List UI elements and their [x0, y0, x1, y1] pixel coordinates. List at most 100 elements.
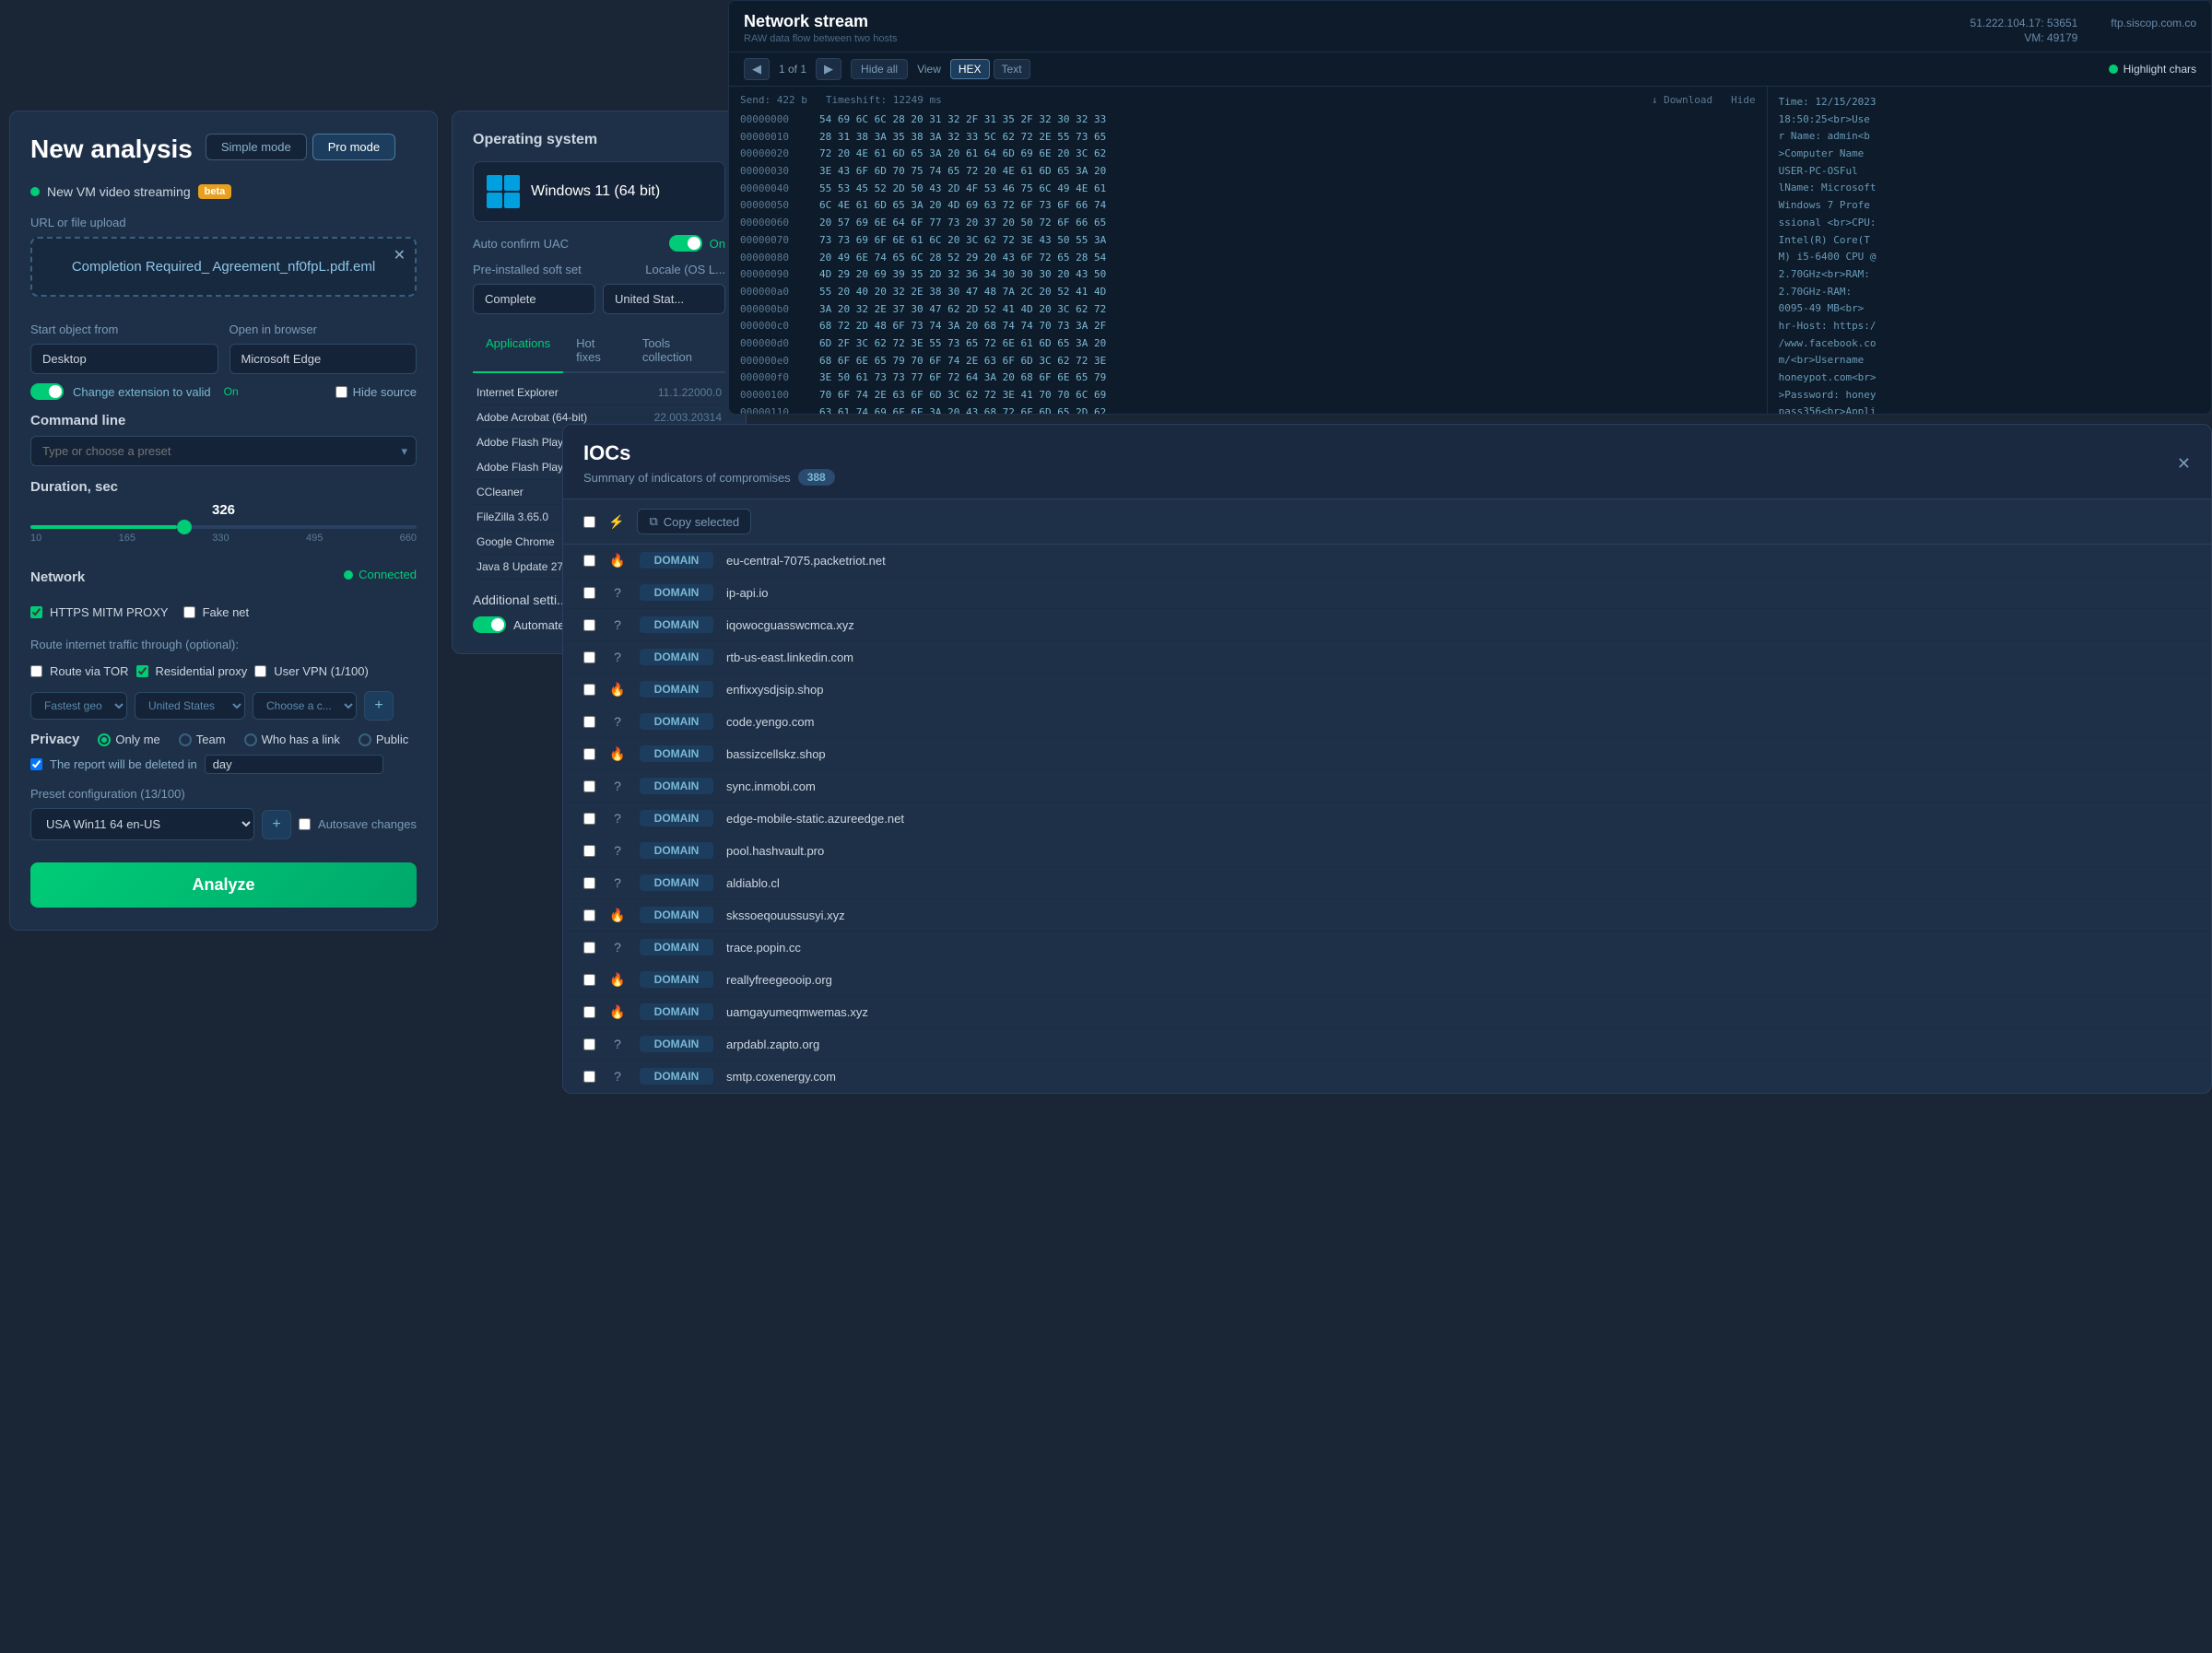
ns-text-btn[interactable]: Text	[994, 59, 1030, 79]
add-geo-button[interactable]: +	[364, 691, 394, 721]
ioc-checkbox-15[interactable]	[583, 1038, 595, 1050]
streaming-label: New VM video streaming	[47, 184, 191, 199]
ioc-checkbox-16[interactable]	[583, 1071, 595, 1083]
hex-addr: 000000b0	[740, 301, 814, 319]
ioc-row: ? DOMAIN smtp.coxenergy.com	[563, 1061, 2211, 1093]
ioc-value: sync.inmobi.com	[726, 780, 2191, 793]
team-radio[interactable]	[179, 733, 192, 746]
os-name: Windows 11 (64 bit)	[531, 183, 660, 200]
ioc-checkbox-9[interactable]	[583, 845, 595, 857]
tab-applications[interactable]: Applications	[473, 329, 563, 373]
close-upload-icon[interactable]: ✕	[394, 246, 406, 264]
analyze-button[interactable]: Analyze	[30, 862, 417, 908]
country-dropdown[interactable]: United States	[135, 692, 245, 720]
hex-bytes: 68 72 2D 48 6F 73 74 3A 20 68 74 74 70 7…	[819, 318, 1756, 335]
ioc-checkbox-12[interactable]	[583, 942, 595, 954]
ioc-checkbox-11[interactable]	[583, 909, 595, 921]
ns-prev-button[interactable]: ◀	[744, 58, 770, 80]
hide-source-checkbox[interactable]	[335, 386, 347, 398]
ns-next-button[interactable]: ▶	[816, 58, 841, 80]
city-dropdown[interactable]: Choose a c...	[253, 692, 357, 720]
ioc-checkbox-1[interactable]	[583, 587, 595, 599]
ioc-type: DOMAIN	[640, 778, 713, 794]
automated-toggle[interactable]	[473, 616, 506, 633]
only-me-radio[interactable]	[98, 733, 111, 746]
ioc-checkbox-6[interactable]	[583, 748, 595, 760]
route-tor-checkbox[interactable]	[30, 665, 42, 677]
ioc-row: ? DOMAIN trace.popin.cc	[563, 932, 2211, 964]
user-vpn-checkbox[interactable]	[254, 665, 266, 677]
ioc-checkbox-3[interactable]	[583, 651, 595, 663]
ioc-checkbox-4[interactable]	[583, 684, 595, 696]
iocs-select-all[interactable]	[583, 516, 595, 528]
ioc-checkbox-14[interactable]	[583, 1006, 595, 1018]
duration-slider-labels: 10 165 330 495 660	[30, 533, 417, 544]
filter-icon[interactable]: ⚡	[608, 514, 624, 530]
iocs-title: IOCs	[583, 441, 835, 465]
text-line: ssional <br>CPU:	[1779, 215, 2200, 232]
preinstalled-dropdown[interactable]: Complete	[473, 284, 595, 314]
privacy-only-me[interactable]: Only me	[98, 733, 159, 746]
public-radio[interactable]	[359, 733, 371, 746]
preset-dropdown[interactable]: USA Win11 64 en-US	[30, 808, 254, 840]
ioc-checkbox-5[interactable]	[583, 716, 595, 728]
tab-hotfixes[interactable]: Hot fixes	[563, 329, 629, 373]
locale-dropdown[interactable]: United Stat...	[603, 284, 725, 314]
ns-hide-btn-right[interactable]: Hide	[1731, 94, 1756, 106]
user-vpn-label: User VPN (1/100)	[274, 664, 369, 678]
autosave-row: Autosave changes	[299, 817, 417, 831]
app-name-ccleaner: CCleaner	[477, 486, 524, 498]
win-sq-4	[504, 193, 520, 208]
command-line-input[interactable]	[30, 436, 417, 466]
autosave-checkbox[interactable]	[299, 818, 311, 830]
privacy-link[interactable]: Who has a link	[244, 733, 340, 746]
ns-vm: VM: 49179	[2024, 31, 2077, 44]
file-upload-box[interactable]: ✕ Completion Required_ Agreement_nf0fpL.…	[30, 237, 417, 297]
connected-label: Connected	[359, 568, 417, 581]
network-stream-panel: Network stream RAW data flow between two…	[728, 0, 2212, 415]
hex-line: 000000904D 29 20 69 39 35 2D 32 36 34 30…	[740, 266, 1756, 284]
iocs-close-button[interactable]: ✕	[2177, 454, 2191, 474]
slider-label-2: 330	[212, 533, 229, 544]
ioc-checkbox-7[interactable]	[583, 780, 595, 792]
privacy-public[interactable]: Public	[359, 733, 408, 746]
fastest-geo-dropdown[interactable]: Fastest geo	[30, 692, 127, 720]
simple-mode-button[interactable]: Simple mode	[206, 134, 307, 160]
start-object-dropdown[interactable]: Desktop	[30, 344, 218, 374]
link-radio[interactable]	[244, 733, 257, 746]
iocs-count: 388	[798, 469, 835, 486]
ns-hex-btn[interactable]: HEX	[950, 59, 990, 79]
hex-addr: 00000110	[740, 404, 814, 415]
start-object-row: Start object from Desktop Open in browse…	[30, 310, 417, 374]
question-icon: ?	[608, 585, 627, 600]
uac-toggle[interactable]	[669, 235, 702, 252]
ns-send-stat: Send: 422 b	[740, 94, 807, 106]
ioc-checkbox-0[interactable]	[583, 555, 595, 567]
hex-addr: 00000090	[740, 266, 814, 284]
copy-selected-button[interactable]: ⧉ Copy selected	[637, 509, 751, 534]
add-preset-button[interactable]: +	[262, 810, 291, 839]
ioc-checkbox-2[interactable]	[583, 619, 595, 631]
ns-download-btn[interactable]: ↓ Download	[1652, 94, 1712, 106]
https-mitm-checkbox[interactable]	[30, 606, 42, 618]
delete-checkbox[interactable]	[30, 758, 42, 770]
residential-proxy-checkbox[interactable]	[136, 665, 148, 677]
open-browser-dropdown[interactable]: Microsoft Edge	[229, 344, 418, 374]
ioc-value: smtp.coxenergy.com	[726, 1070, 2191, 1084]
question-icon: ?	[608, 1069, 627, 1084]
dropdown-arrow-icon: ▾	[401, 444, 407, 459]
ioc-checkbox-8[interactable]	[583, 813, 595, 825]
ns-hide-all-button[interactable]: Hide all	[851, 59, 908, 79]
ioc-checkbox-13[interactable]	[583, 974, 595, 986]
open-browser-label: Open in browser	[229, 322, 418, 336]
ioc-checkbox-10[interactable]	[583, 877, 595, 889]
windows-badge[interactable]: Windows 11 (64 bit)	[473, 161, 725, 222]
tab-tools[interactable]: Tools collection	[629, 329, 725, 373]
change-extension-toggle[interactable]	[30, 383, 64, 400]
delete-day-input[interactable]	[205, 755, 383, 774]
fake-net-checkbox[interactable]	[183, 606, 195, 618]
uac-row: Auto confirm UAC On	[473, 235, 725, 252]
privacy-team[interactable]: Team	[179, 733, 226, 746]
autosave-label: Autosave changes	[318, 817, 417, 831]
pro-mode-button[interactable]: Pro mode	[312, 134, 395, 160]
